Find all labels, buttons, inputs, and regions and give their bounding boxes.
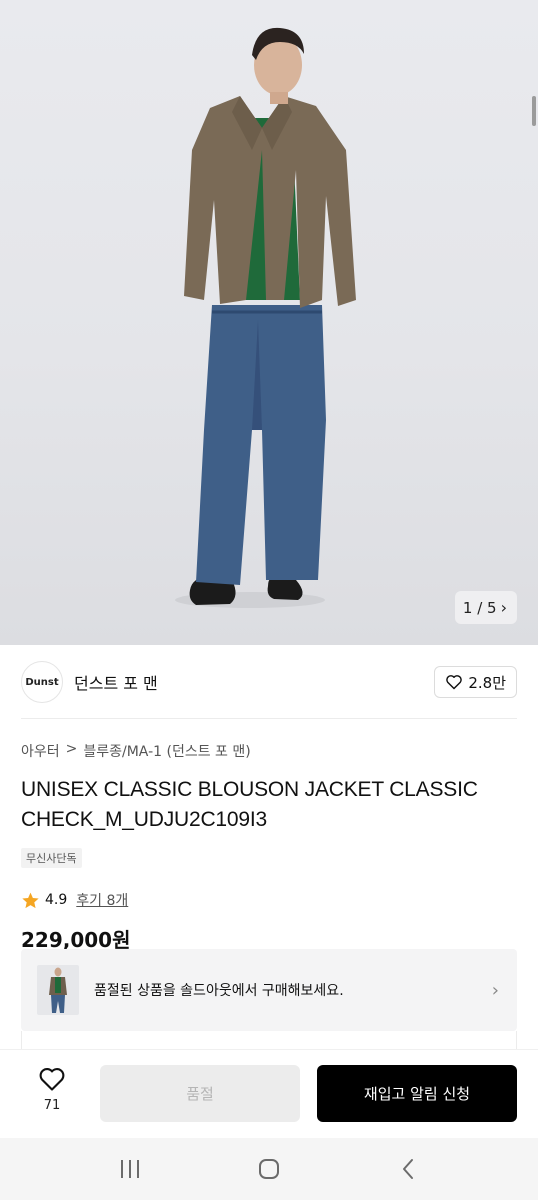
rating-score: 4.9 [45,892,68,908]
image-counter[interactable]: 1 / 5 › [454,591,517,624]
soldout-banner[interactable]: 품절된 상품을 솔드아웃에서 구매해보세요. › [21,949,517,1031]
brand-name[interactable]: 던스트 포 맨 [74,670,158,694]
model-photo [175,27,356,608]
bottom-action-bar: 71 품절 재입고 알림 신청 [0,1049,538,1138]
product-thumbnail [37,965,79,1015]
heart-icon [39,1068,65,1091]
brand-like-count: 2.8만 [468,673,506,692]
brand-row: Dunst 던스트 포 맨 2.8만 [21,661,517,703]
review-link[interactable]: 후기 8개 [76,890,128,910]
chevron-right-icon: › [500,598,507,617]
divider [21,718,517,719]
next-section-edge [21,1031,517,1049]
wishlist-count: 71 [43,1098,61,1113]
wishlist-button[interactable]: 71 [22,1066,82,1113]
brand-logo[interactable]: Dunst [21,661,63,703]
brand-logo-text: Dunst [25,676,59,688]
breadcrumb-subcategory[interactable]: 블루종/MA-1 (던스트 포 맨) [83,741,250,761]
rating-row[interactable]: 4.9 후기 8개 [21,889,128,911]
system-nav-bar [0,1138,538,1200]
restock-notify-button[interactable]: 재입고 알림 신청 [317,1065,517,1122]
soldout-button[interactable]: 품절 [100,1065,300,1122]
product-title: UNISEX CLASSIC BLOUSON JACKET CLASSIC CH… [21,778,478,831]
breadcrumb-category[interactable]: 아우터 [21,741,60,761]
image-counter-text: 1 / 5 [462,598,497,617]
scrollbar[interactable] [532,96,536,126]
exclusive-badge: 무신사단독 [21,848,82,868]
breadcrumb: 아우터 > 블루종/MA-1 (던스트 포 맨) [21,741,251,761]
heart-icon [446,675,463,690]
chevron-right-icon: › [491,979,499,1001]
soldout-banner-text: 품절된 상품을 솔드아웃에서 구매해보세요. [94,983,344,999]
back-icon[interactable] [388,1149,428,1189]
breadcrumb-separator: > [65,741,78,757]
recent-apps-icon[interactable] [110,1149,150,1189]
star-icon [22,892,39,908]
product-image-gallery[interactable]: 1 / 5 › [0,0,538,645]
brand-like-button[interactable]: 2.8만 [434,666,517,698]
home-icon[interactable] [249,1149,289,1189]
